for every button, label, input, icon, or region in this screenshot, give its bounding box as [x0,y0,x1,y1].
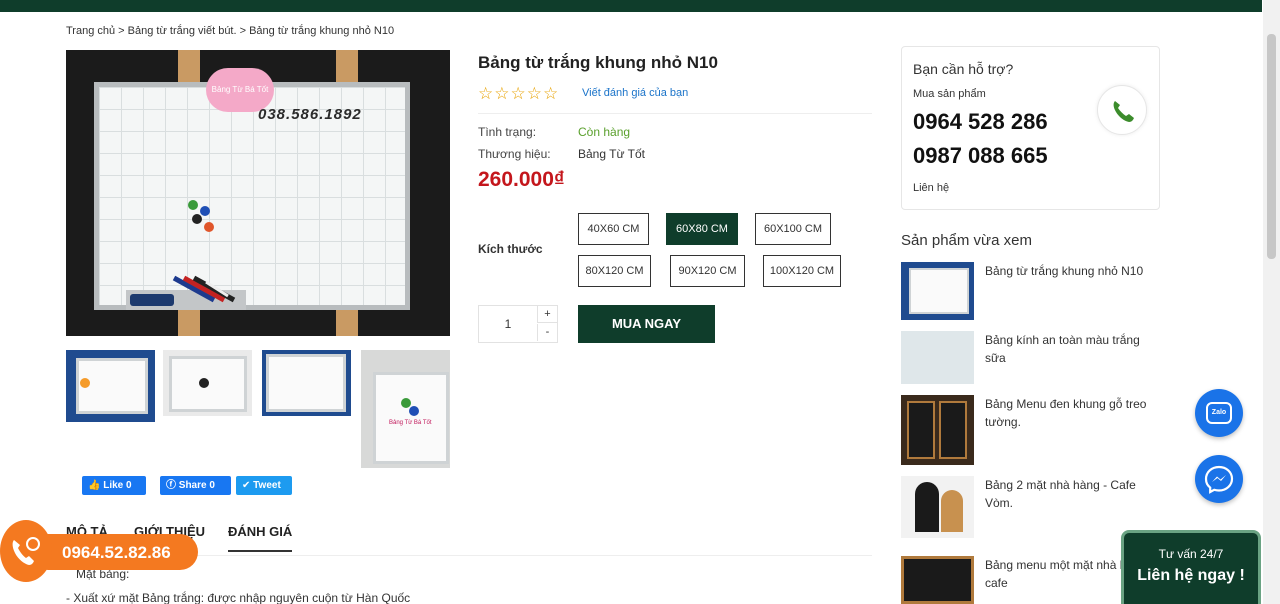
support-phone-2[interactable]: 0987 088 665 [913,143,1048,169]
size-option-90x120[interactable]: 90X120 CM [670,255,745,287]
support-phone-1[interactable]: 0964 528 286 [913,109,1048,135]
description-text: - Xuất xứ mặt Bảng trắng: được nhập nguy… [66,591,411,604]
recent-product-name: Bảng Menu đen khung gỗ treo tường. [985,397,1147,429]
page-scrollbar[interactable] [1263,0,1280,604]
thumbnail-caption: Bảng Từ Bá Tốt [389,420,432,426]
magnet-icon [192,214,202,224]
recent-product-image [901,476,974,538]
size-option-40x60[interactable]: 40X60 CM [578,213,649,245]
quantity-stepper: 1 + - [478,305,558,343]
messenger-chat-button[interactable] [1195,455,1243,503]
breadcrumb-separator: > [236,25,250,37]
consult-title: Liên hệ ngay ! [1137,567,1245,584]
board-phone-text: 038.586.1892 [258,106,362,123]
breadcrumb-category-link[interactable]: Bảng từ trắng viết bút. [128,25,237,37]
recent-product-name: Bảng 2 mặt nhà hàng - Cafe Vòm. [985,478,1136,510]
consult-24-7-button[interactable]: Tư vấn 24/7 Liên hệ ngay ! [1121,530,1261,604]
zalo-chat-button[interactable]: Zalo [1195,389,1243,437]
facebook-icon: ⓕ [166,480,176,491]
support-subtitle: Mua sản phẩm [913,88,986,100]
size-option-60x80[interactable]: 60X80 CM [666,213,738,245]
zalo-label: Zalo [1211,409,1227,416]
magnet-icon [204,222,214,232]
thumbs-up-icon: 👍 [88,480,101,491]
quantity-increase-button[interactable]: + [537,306,557,323]
support-box: Bạn cần hỗ trợ? Mua sản phẩm 0964 528 28… [901,46,1160,210]
facebook-like-button[interactable]: 👍 Like 0 [82,476,146,495]
size-option-100x120[interactable]: 100X120 CM [763,255,841,287]
support-contact-link[interactable]: Liên hệ [913,182,949,194]
scrollbar-thumb[interactable] [1267,34,1276,259]
recent-product-name: Bảng kính an toàn màu trắng sữa [985,333,1140,365]
hotline-number: 0964.52.82.86 [62,543,171,562]
recent-product-image [901,331,974,384]
brand-label: Thương hiệu: [478,147,551,161]
tab-review[interactable]: ĐÁNH GIÁ [228,524,293,552]
product-price: 260.000₫ [478,168,565,191]
hotline-circle [0,520,52,582]
size-option-60x100[interactable]: 60X100 CM [755,213,831,245]
status-label: Tình trạng: [478,125,537,139]
phone-call-icon[interactable] [1097,85,1147,135]
recent-product-image [901,556,974,604]
recent-product-name: Bảng từ trắng khung nhỏ N10 [985,264,1144,278]
zalo-icon: Zalo [1206,402,1232,424]
phone-icon [12,537,40,565]
buy-now-button[interactable]: MUA NGAY [578,305,715,343]
rating-stars[interactable]: ☆☆☆☆☆ [478,84,559,104]
hotline-button[interactable]: 0964.52.82.86 [0,520,198,582]
product-title: Bảng từ trắng khung nhỏ N10 [478,53,718,72]
magnet-icon [80,378,90,388]
breadcrumb: Trang chủ > Bảng từ trắng viết bút. > Bả… [66,25,394,37]
like-label: Like 0 [103,480,132,491]
markers [172,275,236,303]
product-thumbnail[interactable]: Bảng Từ Bá Tốt [361,350,450,468]
divider [478,113,872,114]
brand-value[interactable]: Bảng Từ Tốt [578,147,645,161]
size-label: Kích thước [478,242,543,256]
product-thumbnail[interactable] [163,350,252,416]
magnet-icon [199,378,209,388]
quantity-decrease-button[interactable]: - [537,324,557,341]
breadcrumb-separator: > [115,25,128,37]
write-review-link[interactable]: Viết đánh giá của bạn [582,87,688,99]
messenger-icon [1204,465,1234,494]
facebook-share-button[interactable]: ⓕ Share 0 [160,476,231,495]
breadcrumb-current: Bảng từ trắng khung nhỏ N10 [249,25,395,37]
magnet-icon [409,406,419,416]
breadcrumb-home-link[interactable]: Trang chủ [66,25,115,37]
share-label: Share 0 [178,480,215,491]
tweet-label: Tweet [253,480,281,491]
top-navigation-bar [0,0,1262,12]
quantity-input[interactable]: 1 [479,306,537,342]
product-thumbnail[interactable] [262,350,351,416]
consult-subtitle: Tư vấn 24/7 [1158,547,1224,561]
recent-product-image [901,262,974,320]
size-option-80x120[interactable]: 80X120 CM [578,255,651,287]
magnet-icon [188,200,198,210]
tweet-button[interactable]: ✔ Tweet [236,476,292,495]
product-thumbnail[interactable] [66,350,155,422]
magnet-icon [200,206,210,216]
twitter-icon: ✔ [242,480,251,491]
product-main-image[interactable]: Bảng Từ Bá Tốt 038.586.1892 [66,50,450,336]
status-value: Còn hàng [578,125,631,139]
support-heading: Bạn cần hỗ trợ? [913,61,1014,77]
recently-viewed-heading: Sản phẩm vừa xem [901,232,1032,249]
recent-product-image [901,395,974,465]
